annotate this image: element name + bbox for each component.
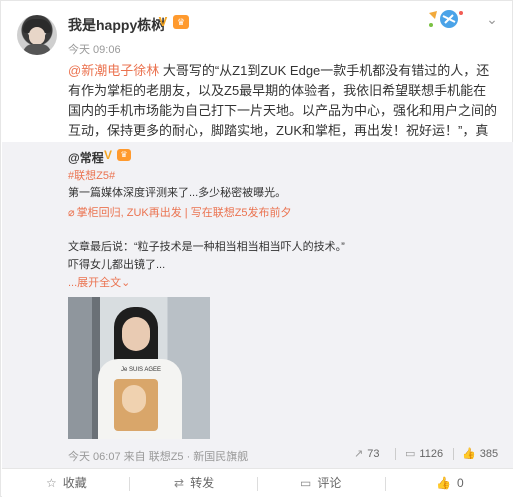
repost-quote-line-2: 吓得女儿都出镜了...: [68, 259, 166, 271]
share-icon: ↗: [354, 448, 364, 460]
comment-count: 1126: [419, 448, 444, 460]
share-count: 73: [367, 448, 380, 460]
star-icon: ☆: [46, 476, 57, 490]
action-bar: ☆ 收藏 ⇄ 转发 ▭ 评论 👍 0: [2, 468, 513, 497]
comment-label: 评论: [317, 476, 342, 490]
repost-block: @常程 V ♛ #联想Z5# 第一篇媒体深度评测来了...多少秘密被曝光。 ⌀ 掌…: [2, 142, 513, 468]
mention-link[interactable]: @新潮电子徐林: [68, 63, 159, 78]
comment-icon: ▭: [300, 476, 312, 490]
vip-crown-icon: ♛: [173, 15, 189, 29]
repost-vip-icon: ♛: [117, 149, 131, 161]
like-button[interactable]: 👍 0: [436, 469, 464, 497]
thumbs-up-icon: 👍: [436, 476, 451, 490]
repost-photo[interactable]: Je SUIS AGEE: [68, 297, 210, 439]
more-options-chevron-icon[interactable]: ⌄: [484, 11, 500, 27]
repost-text: 第一篇媒体深度评测来了...多少秘密被曝光。: [68, 187, 287, 199]
repost-verified-icon: V: [104, 148, 113, 162]
comment-icon: ▭: [405, 448, 416, 460]
verified-icon: V: [158, 14, 168, 29]
topic-tag[interactable]: #联想Z5#: [68, 167, 115, 183]
like-count: 385: [479, 448, 499, 460]
expand-full-text[interactable]: ...展开全文⌄: [68, 274, 130, 290]
card-decoration-icon: [429, 10, 463, 28]
favorite-button[interactable]: ☆ 收藏: [46, 469, 87, 497]
author-avatar[interactable]: [17, 15, 57, 55]
expand-text[interactable]: 展开全文: [77, 277, 121, 289]
author-name[interactable]: 我是happy栋树: [68, 15, 165, 35]
repost-label: 转发: [190, 476, 215, 490]
repost-author[interactable]: @常程: [68, 149, 104, 166]
shirt-text: Je SUIS AGEE: [120, 367, 162, 373]
repost-share-count[interactable]: ↗ 73: [354, 447, 379, 460]
like-icon: 👍: [462, 448, 476, 460]
like-label: 0: [456, 476, 464, 490]
repost-quote-line-1: 文章最后说：“粒子技术是一种相当相当相当吓人的技术。”: [68, 241, 345, 253]
repost-like-count[interactable]: 👍 385: [462, 447, 498, 460]
article-link-text[interactable]: 掌柜回归, ZUK再出发 | 写在联想Z5发布前夕: [77, 207, 292, 219]
chevron-down-icon: ⌄: [121, 277, 131, 289]
article-link[interactable]: ⌀ 掌柜回归, ZUK再出发 | 写在联想Z5发布前夕: [68, 204, 292, 220]
repost-button[interactable]: ⇄ 转发: [174, 469, 214, 497]
favorite-label: 收藏: [62, 476, 87, 490]
repost-icon: ⇄: [174, 476, 185, 490]
weibo-card: 我是happy栋树 V ♛ 今天 09:06 ⌄ @新潮电子徐林 大哥写的“从Z…: [0, 0, 513, 497]
repost-footer-time[interactable]: 今天 06:07 来自 联想Z5 · 新国民旗舰: [68, 448, 248, 464]
post-time[interactable]: 今天 09:06: [68, 41, 121, 57]
comment-button[interactable]: ▭ 评论: [300, 469, 341, 497]
repost-comment-count[interactable]: ▭ 1126: [405, 447, 443, 460]
link-icon: ⌀: [68, 207, 75, 219]
